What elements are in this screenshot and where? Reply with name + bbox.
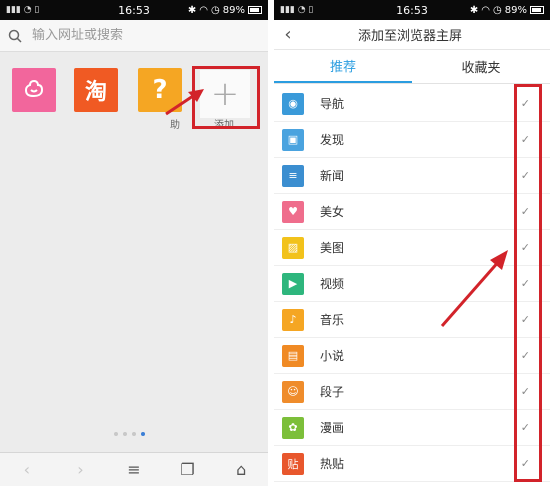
list-item[interactable]: ▤ 小说 ✓: [274, 338, 550, 374]
item-icon: ☺: [282, 380, 304, 403]
item-label: 段子: [320, 385, 345, 399]
item-label: 美图: [320, 241, 345, 255]
item-label: 小说: [320, 349, 345, 363]
item-icon: ▣: [282, 128, 304, 151]
home-icon[interactable]: ⌂: [226, 460, 256, 479]
annotation-arrow-left: [165, 89, 204, 116]
headset-icon: ◠: [481, 4, 491, 16]
right-screen: ▮▮▮ ◔ ▯ 16:53 ✱ ◠ ◷ 89% ‹ 添加至浏览器主屏 推荐 收藏…: [274, 0, 550, 486]
item-icon: ≡: [282, 164, 304, 187]
item-label: 新闻: [320, 169, 345, 183]
signal-icons: ▮▮▮ ◔ ▯: [6, 5, 40, 15]
search-icon: [8, 29, 22, 43]
tile-taobao[interactable]: 淘: [74, 68, 118, 112]
tabs-icon[interactable]: ❐: [173, 460, 203, 479]
bottom-toolbar: ‹ › ≡ ❐ ⌂: [0, 452, 268, 486]
page-dot: [132, 432, 136, 436]
item-icon: ▤: [282, 344, 304, 367]
headset-icon: ◠: [199, 4, 209, 16]
back-button[interactable]: ‹: [274, 24, 302, 45]
page-dot-active: [141, 432, 145, 436]
annotation-arrow-right: [440, 250, 508, 327]
back-arrow-icon[interactable]: ‹: [12, 460, 42, 479]
item-icon: ◉: [282, 92, 304, 115]
list-item[interactable]: ≡ 新闻 ✓: [274, 158, 550, 194]
item-label: 视频: [320, 277, 345, 291]
taobao-logo: 淘: [84, 80, 107, 105]
tab-bar: 推荐 收藏夹: [274, 50, 550, 84]
flower-icon: [24, 79, 44, 98]
item-label: 音乐: [320, 313, 345, 327]
tile-flower[interactable]: [12, 68, 56, 112]
signal-icons: ▮▮▮ ◔ ▯: [280, 5, 314, 15]
search-bar[interactable]: [0, 20, 268, 52]
left-screen: ▮▮▮ ◔ ▯ 16:53 ✱ ◠ ◷ 89% 淘 ? 助 + 添加 ‹ › ≡…: [0, 0, 268, 486]
item-icon: ♪: [282, 308, 304, 331]
bluetooth-icon: ✱: [187, 4, 197, 16]
page-title: 添加至浏览器主屏: [358, 29, 463, 44]
item-icon: ▨: [282, 236, 304, 259]
list-item[interactable]: ♥ 美女 ✓: [274, 194, 550, 230]
item-label: 导航: [320, 97, 345, 111]
battery-text: 89%: [222, 4, 245, 16]
status-bar: ▮▮▮ ◔ ▯ 16:53 ✱ ◠ ◷ 89%: [274, 0, 550, 20]
battery-icon: [248, 6, 262, 14]
battery-text: 89%: [504, 4, 527, 16]
alarm-icon: ◷: [493, 4, 502, 16]
item-label: 热贴: [320, 457, 345, 471]
battery-icon: [530, 6, 544, 14]
tab-recommended[interactable]: 推荐: [274, 50, 412, 83]
search-input[interactable]: [32, 28, 232, 43]
item-label: 发现: [320, 133, 345, 147]
list-item[interactable]: ☺ 段子 ✓: [274, 374, 550, 410]
item-label: 美女: [320, 205, 345, 219]
menu-icon[interactable]: ≡: [119, 460, 149, 479]
status-bar: ▮▮▮ ◔ ▯ 16:53 ✱ ◠ ◷ 89%: [0, 0, 268, 20]
alarm-icon: ◷: [211, 4, 220, 16]
tab-favorites[interactable]: 收藏夹: [412, 50, 550, 83]
list-item[interactable]: 贴热贴 ✓: [274, 446, 550, 482]
annotation-box-checks: [514, 84, 542, 482]
tile-help-label: 助: [170, 120, 180, 131]
page-indicator: [114, 432, 145, 436]
item-icon: ♥: [282, 200, 304, 223]
item-icon: 贴: [282, 452, 304, 475]
page-dot: [123, 432, 127, 436]
status-right: ✱ ◠ ◷ 89%: [470, 5, 544, 16]
page-dot: [114, 432, 118, 436]
status-right: ✱ ◠ ◷ 89%: [188, 5, 262, 16]
title-bar: ‹ 添加至浏览器主屏: [274, 20, 550, 50]
item-icon: ▶: [282, 272, 304, 295]
list-item[interactable]: ◉ 导航 ✓: [274, 86, 550, 122]
bluetooth-icon: ✱: [469, 4, 479, 16]
item-icon: ✿: [282, 416, 304, 439]
item-label: 漫画: [320, 421, 345, 435]
list-item[interactable]: ▣ 发现 ✓: [274, 122, 550, 158]
forward-arrow-icon[interactable]: ›: [65, 460, 95, 479]
list-item[interactable]: ✿ 漫画 ✓: [274, 410, 550, 446]
